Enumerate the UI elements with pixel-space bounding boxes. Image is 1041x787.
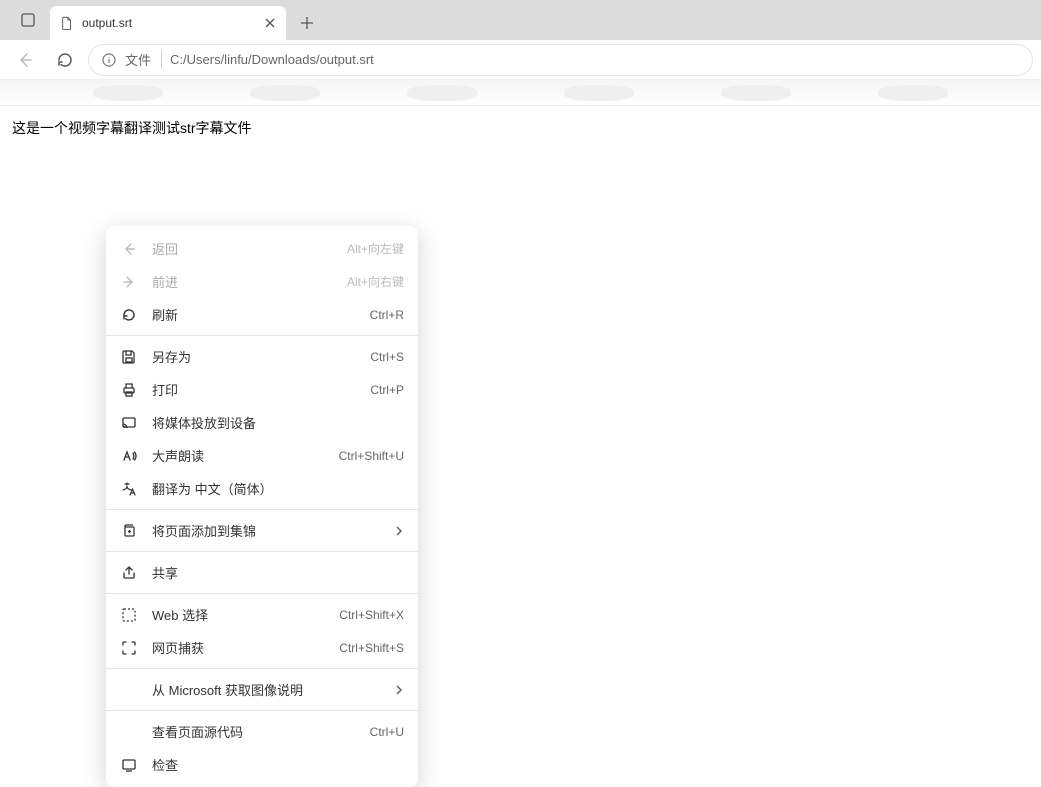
menu-divider <box>106 509 418 510</box>
address-type-label: 文件 <box>125 50 162 69</box>
refresh-button[interactable] <box>48 43 82 77</box>
menu-share[interactable]: 共享 <box>106 556 418 589</box>
new-tab-button[interactable] <box>290 6 324 40</box>
subtitle-text: 这是一个视频字幕翻译测试str字幕文件 <box>12 120 252 136</box>
info-icon[interactable] <box>101 52 117 68</box>
menu-print[interactable]: 打印 Ctrl+P <box>106 373 418 406</box>
chevron-right-icon <box>394 685 404 695</box>
collections-icon <box>120 522 138 540</box>
menu-divider <box>106 668 418 669</box>
menu-divider <box>106 551 418 552</box>
titlebar: output.srt <box>0 0 1041 40</box>
menu-read-aloud[interactable]: 大声朗读 Ctrl+Shift+U <box>106 439 418 472</box>
menu-web-capture[interactable]: 网页捕获 Ctrl+Shift+S <box>106 631 418 664</box>
back-button[interactable] <box>8 43 42 77</box>
capture-icon <box>120 639 138 657</box>
file-icon <box>60 16 74 30</box>
menu-divider <box>106 710 418 711</box>
context-menu: 返回 Alt+向左键 前进 Alt+向右键 刷新 Ctrl+R 另存为 Ctrl… <box>106 226 418 787</box>
page-content: 这是一个视频字幕翻译测试str字幕文件 <box>0 106 1041 150</box>
menu-divider <box>106 335 418 336</box>
menu-refresh[interactable]: 刷新 Ctrl+R <box>106 298 418 331</box>
menu-view-source[interactable]: 查看页面源代码 Ctrl+U <box>106 715 418 748</box>
blank-icon <box>120 723 138 741</box>
read-aloud-icon <box>120 447 138 465</box>
arrow-right-icon <box>120 273 138 291</box>
menu-back[interactable]: 返回 Alt+向左键 <box>106 232 418 265</box>
menu-translate[interactable]: 翻译为 中文（简体） <box>106 472 418 505</box>
cast-icon <box>120 414 138 432</box>
menu-ms-image-description[interactable]: 从 Microsoft 获取图像说明 <box>106 673 418 706</box>
tab-output-srt[interactable]: output.srt <box>50 6 286 40</box>
address-bar[interactable]: 文件 C:/Users/linfu/Downloads/output.srt <box>88 44 1033 76</box>
translate-icon <box>120 480 138 498</box>
print-icon <box>120 381 138 399</box>
menu-forward[interactable]: 前进 Alt+向右键 <box>106 265 418 298</box>
tab-title: output.srt <box>82 16 256 30</box>
menu-cast[interactable]: 将媒体投放到设备 <box>106 406 418 439</box>
menu-add-to-collections[interactable]: 将页面添加到集锦 <box>106 514 418 547</box>
refresh-icon <box>120 306 138 324</box>
menu-inspect[interactable]: 检查 <box>106 748 418 781</box>
menu-web-select[interactable]: Web 选择 Ctrl+Shift+X <box>106 598 418 631</box>
address-path: C:/Users/linfu/Downloads/output.srt <box>170 52 1020 67</box>
toolbar: 文件 C:/Users/linfu/Downloads/output.srt <box>0 40 1041 80</box>
inspect-icon <box>120 756 138 774</box>
favorites-strip <box>0 80 1041 106</box>
chevron-right-icon <box>394 526 404 536</box>
menu-divider <box>106 593 418 594</box>
save-icon <box>120 348 138 366</box>
arrow-left-icon <box>120 240 138 258</box>
menu-save-as[interactable]: 另存为 Ctrl+S <box>106 340 418 373</box>
blank-icon <box>120 681 138 699</box>
web-select-icon <box>120 606 138 624</box>
close-tab-button[interactable] <box>264 17 276 29</box>
tab-overview-button[interactable] <box>8 0 48 40</box>
share-icon <box>120 564 138 582</box>
